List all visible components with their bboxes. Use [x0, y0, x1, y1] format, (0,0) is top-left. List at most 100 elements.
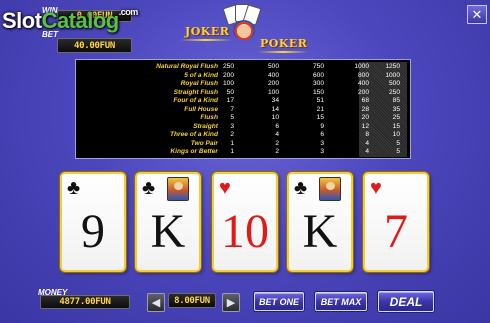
- heart-suit-icon: ♥: [219, 177, 231, 199]
- paytable-payout-value: 12: [361, 122, 369, 130]
- paytable-payout-value: 20: [361, 114, 369, 121]
- card-rank: 10: [221, 205, 269, 258]
- logo-joker-text: JOKER: [185, 25, 230, 38]
- paytable-row: Three of a Kind 2 4 6 8 10: [76, 131, 410, 139]
- paytable-payout-value: 100: [222, 80, 234, 87]
- watermark-com: .com: [118, 7, 139, 17]
- paytable-row: Kings or Better 1 2 3 4 5: [76, 148, 410, 156]
- bet-one-button[interactable]: BET ONE: [254, 292, 304, 311]
- paytable-payout-value: 4: [365, 139, 369, 147]
- logo-underline-right: [258, 51, 308, 53]
- paytable-payout-value: 500: [267, 63, 279, 70]
- card-3[interactable]: ♥ 10: [212, 172, 278, 272]
- paytable-payout-value: 1000: [354, 63, 369, 70]
- paytable-payout-value: 35: [392, 105, 400, 113]
- club-suit-icon: ♣: [67, 177, 81, 199]
- paytable-payout-value: 2: [275, 139, 279, 147]
- paytable-payout-value: 17: [226, 97, 234, 104]
- left-arrow-icon: ◀: [151, 297, 161, 309]
- paytable-payout-value: 1250: [385, 63, 400, 70]
- paytable-payout-value: 50: [226, 88, 234, 96]
- paytable-payout-value: 6: [275, 122, 279, 130]
- paytable-payout-value: 2: [230, 131, 234, 138]
- paytable-payout-value: 14: [271, 105, 279, 113]
- card-2[interactable]: ♣ K: [135, 172, 201, 272]
- king-face-art-icon: [167, 177, 189, 201]
- card-1[interactable]: ♣ 9: [60, 172, 126, 272]
- paytable-payout-value: 8: [365, 131, 369, 138]
- card-rank: 7: [384, 205, 408, 258]
- paytable-payout-value: 5: [230, 114, 234, 121]
- paytable-payout-value: 68: [361, 97, 369, 104]
- paytable-payout-value: 250: [222, 63, 234, 70]
- paytable-payout-value: 300: [312, 80, 324, 87]
- close-button[interactable]: ✕: [467, 5, 487, 24]
- paytable-payout-value: 400: [267, 71, 279, 79]
- paytable-payout-value: 5: [396, 139, 400, 147]
- paytable-payout-value: 200: [267, 80, 279, 87]
- paytable: Natural Royal Flush 250 500 750 1000 1250 5 of…: [75, 59, 411, 159]
- paytable-payout-value: 3: [320, 139, 324, 147]
- paytable-payout-value: 28: [361, 105, 369, 113]
- paytable-payout-value: 1: [230, 139, 234, 147]
- paytable-payout-value: 400: [357, 80, 369, 87]
- paytable-row: Flush 5 10 15 20 25: [76, 114, 410, 122]
- increase-bet-button[interactable]: ▶: [222, 293, 240, 312]
- paytable-payout-value: 200: [357, 88, 369, 96]
- paytable-payout-value: 10: [271, 114, 279, 121]
- card-4[interactable]: ♣ K: [287, 172, 353, 272]
- paytable-payout-value: 4: [365, 148, 369, 155]
- paytable-payout-value: 100: [267, 88, 279, 96]
- paytable-payout-value: 800: [357, 71, 369, 79]
- watermark-slot: Slot: [2, 8, 42, 33]
- paytable-row: Four of a Kind 17 34 51 68 85: [76, 97, 410, 105]
- paytable-payout-value: 250: [388, 88, 400, 96]
- paytable-row: Full House 7 14 21 28 35: [76, 106, 410, 114]
- paytable-payout-value: 200: [222, 71, 234, 79]
- card-rank: K: [150, 205, 186, 258]
- paytable-payout-value: 6: [320, 131, 324, 138]
- paytable-payout-value: 150: [312, 88, 324, 96]
- paytable-row: 5 of a Kind 200 400 600 800 1000: [76, 72, 410, 80]
- paytable-payout-value: 600: [312, 71, 324, 79]
- paytable-payout-value: 2: [275, 148, 279, 155]
- paytable-row: Natural Royal Flush 250 500 750 1000 1250: [76, 63, 410, 71]
- paytable-payout-value: 25: [392, 114, 400, 121]
- x-icon: ✕: [471, 6, 483, 22]
- bet-amount: 8.00FUN: [168, 293, 216, 308]
- money-value: 4877.00FUN: [40, 295, 130, 309]
- club-suit-icon: ♣: [294, 177, 308, 199]
- paytable-payout-value: 51: [316, 97, 324, 104]
- paytable-payout-value: 9: [320, 122, 324, 130]
- paytable-row: Straight 3 6 9 12 15: [76, 123, 410, 131]
- paytable-payout-value: 4: [275, 131, 279, 138]
- club-suit-icon: ♣: [142, 177, 156, 199]
- paytable-payout-value: 750: [312, 63, 324, 70]
- paytable-payout-value: 7: [230, 105, 234, 113]
- paytable-payout-value: 15: [316, 114, 324, 121]
- watermark-logo: SlotCatalog.com: [2, 7, 139, 34]
- deal-button[interactable]: DEAL: [378, 291, 434, 312]
- card-rank: K: [302, 205, 338, 258]
- paytable-payout-value: 1: [230, 148, 234, 155]
- card-5[interactable]: ♥ 7: [363, 172, 429, 272]
- paytable-payout-value: 21: [316, 105, 324, 113]
- joker-face-icon: [233, 20, 255, 40]
- paytable-payout-value: 3: [230, 122, 234, 130]
- decrease-bet-button[interactable]: ◀: [147, 293, 165, 312]
- game-logo: JOKER POKER: [180, 4, 310, 54]
- paytable-row: Royal Flush 100 200 300 400 500: [76, 80, 410, 88]
- paytable-payout-value: 3: [320, 148, 324, 155]
- right-arrow-icon: ▶: [226, 297, 236, 309]
- logo-poker-text: POKER: [260, 37, 308, 50]
- paytable-row: Straight Flush 50 100 150 200 250: [76, 89, 410, 97]
- paytable-payout-value: 1000: [385, 71, 400, 79]
- paytable-payout-value: 10: [392, 131, 400, 138]
- bet-max-button[interactable]: BET MAX: [315, 292, 367, 311]
- paytable-payout-value: 5: [396, 148, 400, 155]
- card-rank: 9: [81, 205, 105, 258]
- paytable-payout-value: 34: [271, 97, 279, 104]
- king-face-art-icon: [319, 177, 341, 201]
- paytable-payout-value: 85: [392, 97, 400, 104]
- bet-value: 40.00FUN: [57, 38, 132, 53]
